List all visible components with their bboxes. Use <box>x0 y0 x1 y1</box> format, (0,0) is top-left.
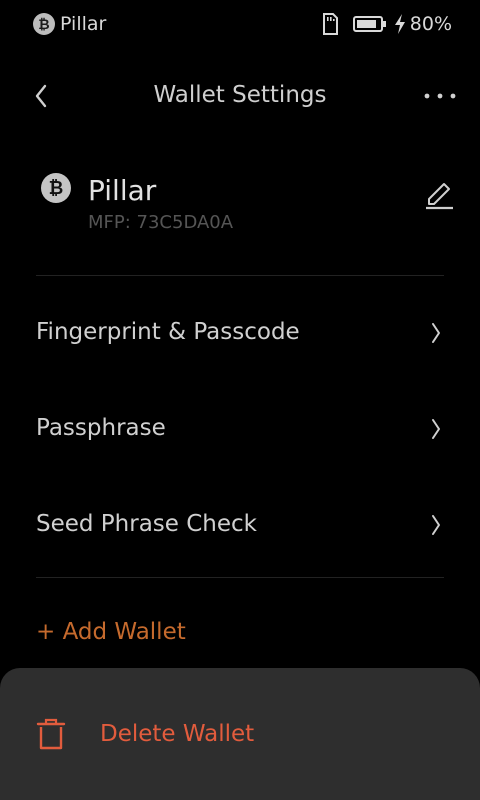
menu-item-seed-phrase-check[interactable]: Seed Phrase Check <box>36 494 444 554</box>
wallet-card: ₿ Pillar MFP: 73C5DA0A <box>36 168 453 248</box>
status-wallet-name: Pillar <box>60 13 107 35</box>
bitcoin-icon: ₿ <box>33 13 55 35</box>
status-wallet-indicator: ₿ Pillar <box>33 13 106 35</box>
edit-wallet-button[interactable] <box>422 176 456 212</box>
menu-item-label: Fingerprint & Passcode <box>36 319 300 345</box>
more-options-button[interactable] <box>422 82 458 110</box>
page-title: Wallet Settings <box>153 82 327 108</box>
header: Wallet Settings <box>0 70 480 122</box>
bottom-sheet: Delete Wallet <box>0 668 480 800</box>
wallet-name: Pillar <box>88 174 157 207</box>
menu-item-label: Seed Phrase Check <box>36 511 258 537</box>
chevron-right-icon <box>428 416 444 442</box>
more-dots-icon <box>424 93 456 99</box>
status-icons: 80% <box>321 12 452 36</box>
divider <box>36 577 444 578</box>
edit-pencil-icon <box>426 183 453 210</box>
delete-wallet-button[interactable]: Delete Wallet <box>36 714 444 754</box>
battery-percentage: 80% <box>409 13 452 35</box>
bitcoin-icon: ₿ <box>41 173 71 203</box>
trash-icon <box>36 718 66 750</box>
divider <box>36 275 444 276</box>
battery-icon <box>352 16 386 32</box>
menu-item-passphrase[interactable]: Passphrase <box>36 398 444 458</box>
sd-card-icon <box>322 13 338 35</box>
status-bar: ₿ Pillar 80% <box>0 0 480 48</box>
menu-item-fingerprint-passcode[interactable]: Fingerprint & Passcode <box>36 302 444 362</box>
chevron-right-icon <box>428 512 444 538</box>
add-wallet-button[interactable]: + Add Wallet <box>36 614 186 650</box>
wallet-mfp: MFP: 73C5DA0A <box>88 212 234 233</box>
menu-item-label: Passphrase <box>36 415 166 441</box>
chevron-right-icon <box>428 320 444 346</box>
delete-wallet-label: Delete Wallet <box>100 721 255 747</box>
charging-bolt-icon <box>394 14 405 34</box>
